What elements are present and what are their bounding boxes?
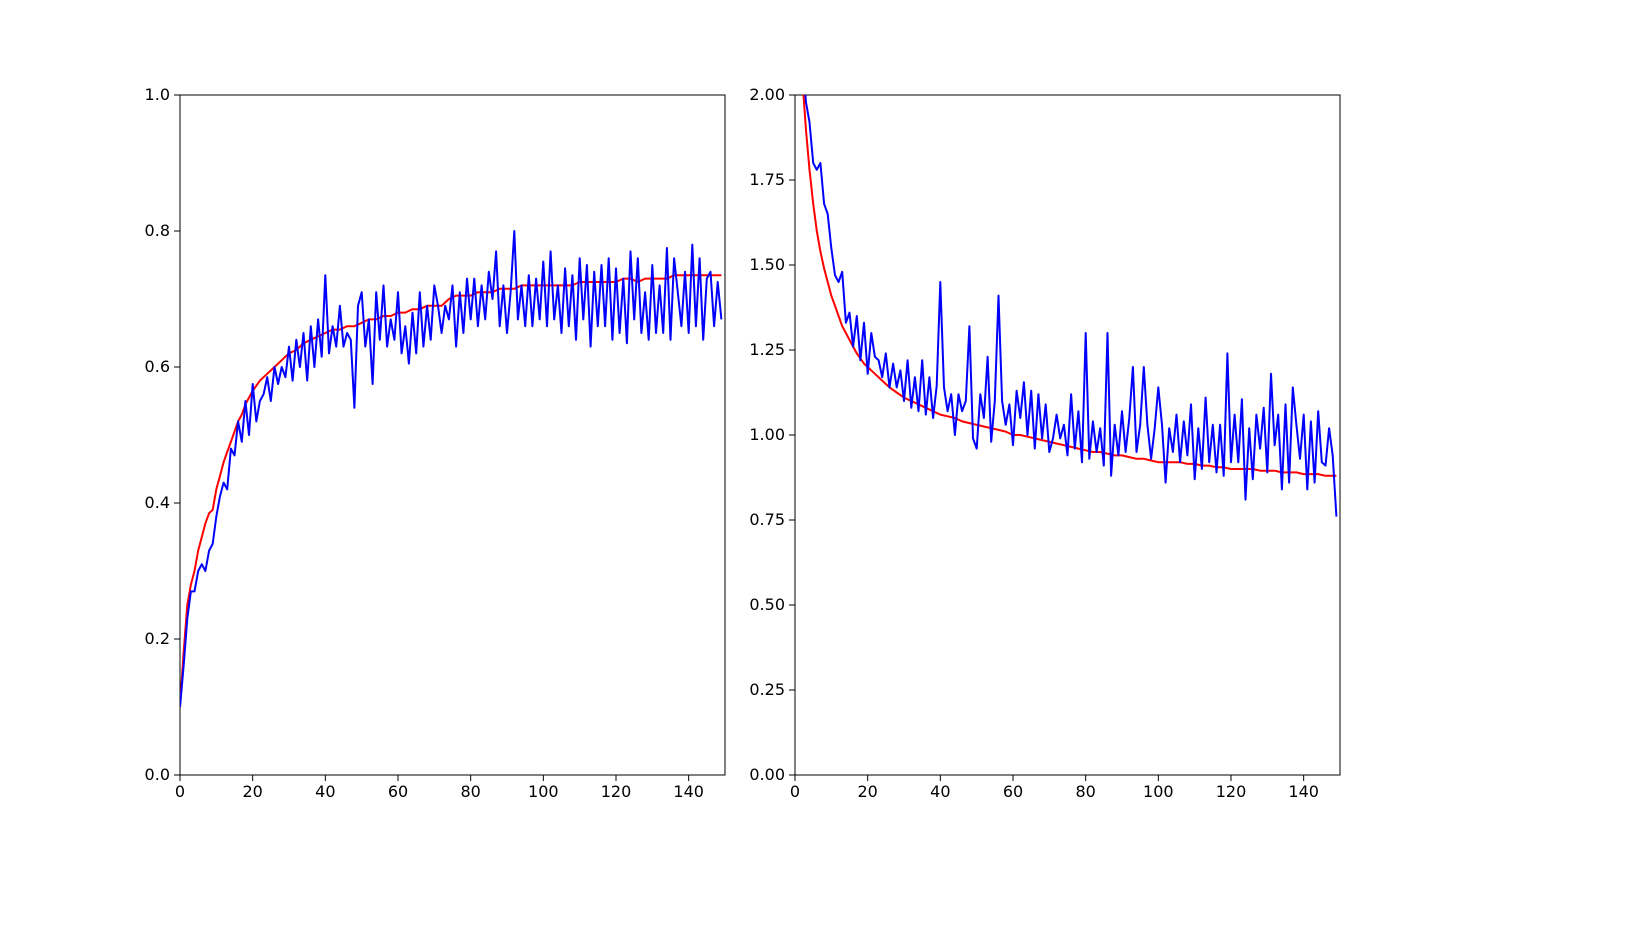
x-tick-label: 140 xyxy=(673,782,704,801)
chart-svg: 0204060801001201400.00.20.40.60.81.00204… xyxy=(0,0,1625,944)
y-tick-label: 0.0 xyxy=(145,765,170,784)
x-tick-label: 120 xyxy=(1216,782,1247,801)
y-tick-label: 0.2 xyxy=(145,629,170,648)
subplot-1: 0 20 40 60 80 100 120 140 0.00 0.25 0.50 0.75 1.00 1.… xyxy=(749,0,1340,801)
x-tick-label: 80 xyxy=(1075,782,1095,801)
series-blue xyxy=(180,231,721,707)
y-tick-label: 1.00 xyxy=(749,425,785,444)
y-tick-label: 1.25 xyxy=(749,340,785,359)
x-tick-label: 100 xyxy=(1143,782,1174,801)
x-tick-label: 40 xyxy=(930,782,950,801)
y-tick-label: 0.50 xyxy=(749,595,785,614)
y-tick-label: 1.75 xyxy=(749,170,785,189)
y-tick-label: 0.8 xyxy=(145,221,170,240)
x-tick-label: 60 xyxy=(388,782,408,801)
y-tick-label: 0.4 xyxy=(145,493,170,512)
y-tick-label: 1.0 xyxy=(145,85,170,104)
subplot-0: 0 20 40 60 80 100 120 140 0.0 0.2 0.4 0.6 0.8 1.0 xyxy=(145,85,725,801)
y-tick-label: 0.75 xyxy=(749,510,785,529)
y-tick-label: 0.6 xyxy=(145,357,170,376)
series-red xyxy=(795,0,1336,476)
x-tick-label: 140 xyxy=(1288,782,1319,801)
y-tick-label: 0.00 xyxy=(749,765,785,784)
x-tick-label: 80 xyxy=(460,782,480,801)
series-red xyxy=(180,275,721,707)
y-tick-label: 2.00 xyxy=(749,85,785,104)
x-tick-label: 0 xyxy=(175,782,185,801)
x-tick-label: 20 xyxy=(857,782,877,801)
chart-container: 0204060801001201400.00.20.40.60.81.00204… xyxy=(0,0,1625,944)
x-tick-label: 60 xyxy=(1003,782,1023,801)
plot-frame-0 xyxy=(180,95,725,775)
x-tick-label: 40 xyxy=(315,782,335,801)
x-tick-label: 20 xyxy=(242,782,262,801)
y-tick-label: 0.25 xyxy=(749,680,785,699)
y-tick-label: 1.50 xyxy=(749,255,785,274)
x-tick-label: 0 xyxy=(790,782,800,801)
x-tick-label: 120 xyxy=(601,782,632,801)
series-blue xyxy=(795,0,1336,517)
x-tick-label: 100 xyxy=(528,782,559,801)
